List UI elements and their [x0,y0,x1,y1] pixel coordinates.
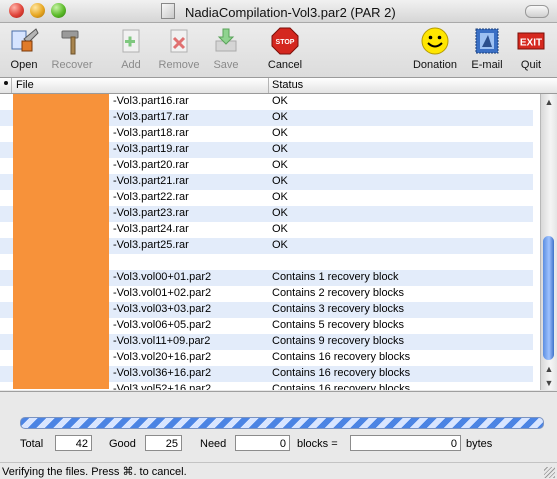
status-cell: OK [272,207,288,219]
status-cell: Contains 3 recovery blocks [272,303,405,315]
file-name-cell: -Vol3.part16.rar [113,95,189,107]
column-header-file[interactable]: File [16,79,34,91]
vertical-scrollbar[interactable]: ▲ ▲ ▼ [540,94,557,390]
donation-button[interactable]: Donation [408,25,462,71]
resize-grip-icon[interactable] [544,467,555,478]
exit-sign-icon: EXIT [517,32,545,50]
add-file-icon [122,29,140,53]
status-cell: Contains 1 recovery block [272,271,399,283]
status-cell: Contains 16 recovery blocks [272,383,411,390]
scroll-up-arrow-icon[interactable]: ▲ [541,362,557,376]
status-cell: Contains 9 recovery blocks [272,335,405,347]
status-cell: Contains 16 recovery blocks [272,367,411,379]
app-window: NadiaCompilation-Vol3.par2 (PAR 2) Open … [0,0,557,479]
smiley-icon [421,27,449,55]
file-name-cell: -Vol3.vol52+16.par2 [113,383,212,390]
hammer-icon [61,30,79,55]
need-value: 0 [235,435,290,451]
good-value: 25 [145,435,182,451]
title-bar: NadiaCompilation-Vol3.par2 (PAR 2) [0,0,557,23]
status-cell: OK [272,223,288,235]
file-name-cell: -Vol3.vol00+01.par2 [113,271,212,283]
bytes-value: 0 [350,435,461,451]
status-cell: Contains 2 recovery blocks [272,287,405,299]
toolbar: Open Recover Add Remove Save STOP Cancel… [0,23,557,78]
file-name-cell: -Vol3.vol06+05.par2 [113,319,212,331]
open-button[interactable]: Open [4,25,44,71]
email-button[interactable]: E-mail [466,25,508,71]
status-cell: Contains 5 recovery blocks [272,319,405,331]
status-cell: OK [272,143,288,155]
remove-file-icon [170,29,188,53]
block-counts: Total 42 Good 25 Need 0 blocks = 0 bytes [0,435,557,453]
total-label: Total [20,438,44,450]
add-button[interactable]: Add [113,25,149,71]
total-value: 42 [55,435,92,451]
save-button[interactable]: Save [208,25,244,71]
file-name-cell: -Vol3.vol20+16.par2 [113,351,212,363]
scroll-up-arrow-icon[interactable]: ▲ [541,95,557,109]
column-header-status[interactable]: Status [272,79,303,91]
table-header: File Status [0,78,557,94]
scroll-down-arrow-icon[interactable]: ▼ [541,376,557,390]
svg-text:EXIT: EXIT [520,38,542,49]
status-message: Verifying the files. Press ⌘. to cancel. [2,466,187,478]
status-cell: OK [272,95,288,107]
file-name-cell: -Vol3.part17.rar [113,111,189,123]
file-name-cell: -Vol3.part23.rar [113,207,189,219]
status-cell: OK [272,191,288,203]
status-cell: OK [272,127,288,139]
status-cell: OK [272,239,288,251]
file-name-cell: -Vol3.part22.rar [113,191,189,203]
scroll-thumb[interactable] [543,236,554,360]
toolbar-toggle-button[interactable] [525,5,549,18]
sort-indicator-icon[interactable] [4,81,8,85]
file-name-cell: -Vol3.part21.rar [113,175,189,187]
recover-button[interactable]: Recover [47,25,97,71]
quit-button[interactable]: EXIT Quit [514,25,548,71]
status-cell: OK [272,175,288,187]
status-cell: Contains 16 recovery blocks [272,351,411,363]
need-label: Need [200,438,227,450]
file-name-cell: -Vol3.vol01+02.par2 [113,287,212,299]
cancel-button[interactable]: STOP Cancel [264,25,306,71]
file-name-cell: -Vol3.vol11+09.par2 [113,335,211,347]
file-name-cell: -Vol3.vol03+03.par2 [113,303,212,315]
file-name-cell: -Vol3.part19.rar [113,143,189,155]
column-divider [11,78,12,93]
document-icon [161,3,176,19]
good-label: Good [109,438,136,450]
file-name-cell: -Vol3.part18.rar [113,127,189,139]
status-cell: OK [272,111,288,123]
column-divider [268,78,269,93]
stamp-icon [475,28,499,54]
window-title: NadiaCompilation-Vol3.par2 (PAR 2) [184,5,396,20]
save-icon [215,28,237,52]
remove-button[interactable]: Remove [154,25,204,71]
stop-sign-icon: STOP [271,27,299,55]
status-bar: Verifying the files. Press ⌘. to cancel. [0,462,557,479]
file-name-cell: -Vol3.part20.rar [113,159,189,171]
window-title-area: NadiaCompilation-Vol3.par2 (PAR 2) [0,3,557,20]
file-name-cell: -Vol3.vol36+16.par2 [113,367,212,379]
file-name-cell: -Vol3.part25.rar [113,239,189,251]
progress-bar [20,417,544,429]
bytes-label: bytes [466,438,493,450]
blocks-equals-label: blocks = [297,438,338,450]
status-cell: OK [272,159,288,171]
svg-text:STOP: STOP [276,39,295,46]
redaction-block [13,94,109,389]
file-name-cell: -Vol3.part24.rar [113,223,189,235]
open-icon [11,28,39,52]
